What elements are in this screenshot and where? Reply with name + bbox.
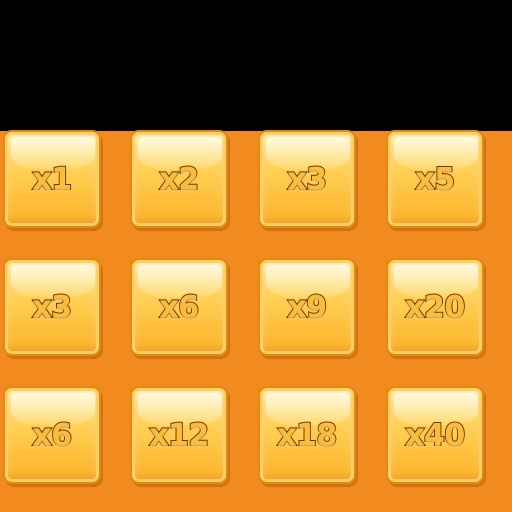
multiplier-label: x3 xyxy=(31,289,73,326)
multiplier-tile-x40[interactable]: x40 xyxy=(386,386,484,484)
multiplier-tile-x6[interactable]: x6 xyxy=(3,386,101,484)
multiplier-tile-x5[interactable]: x5 xyxy=(386,130,484,228)
multiplier-tile-x3[interactable]: x3 xyxy=(3,258,101,356)
multiplier-tile-x20[interactable]: x20 xyxy=(386,258,484,356)
multiplier-label: x6 xyxy=(31,417,73,454)
multiplier-label: x18 xyxy=(276,417,338,454)
multiplier-grid: x1 x2 x3 x5 x3 x6 x9 x20 x6 x12 x18 x40 xyxy=(0,0,512,512)
multiplier-label: x6 xyxy=(158,289,200,326)
multiplier-tile-x2[interactable]: x2 xyxy=(130,130,228,228)
multiplier-label: x40 xyxy=(404,417,466,454)
multiplier-label: x12 xyxy=(148,417,210,454)
multiplier-label: x20 xyxy=(404,289,466,326)
multiplier-label: x2 xyxy=(158,161,200,198)
multiplier-label: x9 xyxy=(286,289,328,326)
multiplier-label: x1 xyxy=(31,161,73,198)
multiplier-tile-x9[interactable]: x9 xyxy=(258,258,356,356)
multiplier-tile-x6[interactable]: x6 xyxy=(130,258,228,356)
multiplier-tile-x3[interactable]: x3 xyxy=(258,130,356,228)
multiplier-tile-x1[interactable]: x1 xyxy=(3,130,101,228)
multiplier-tile-x12[interactable]: x12 xyxy=(130,386,228,484)
multiplier-tile-x18[interactable]: x18 xyxy=(258,386,356,484)
multiplier-label: x3 xyxy=(286,161,328,198)
multiplier-label: x5 xyxy=(414,161,456,198)
